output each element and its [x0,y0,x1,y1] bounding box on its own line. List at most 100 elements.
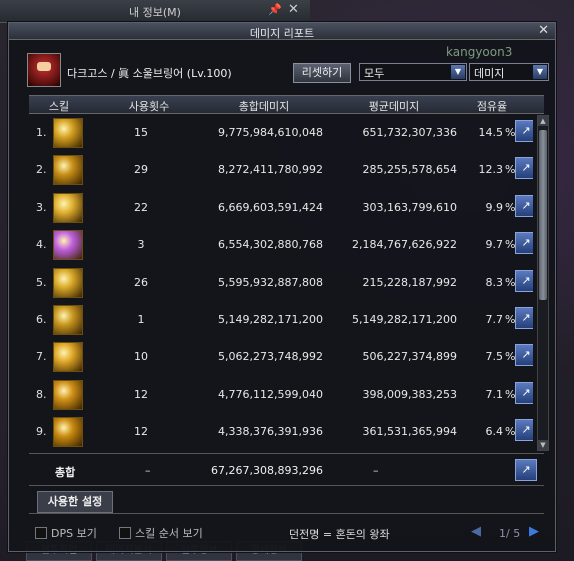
page-number: 1/ 5 [499,527,521,540]
total-damage: 6,554,302,880,768 [218,238,323,252]
use-count: 26 [134,275,148,289]
report-footer: DPS 보기 스킬 순서 보기 던전명 = 혼돈의 왕좌 ◀ 1/ 5 ▶ [31,523,551,545]
pin-icon[interactable]: 📌 [268,3,282,16]
column-header-avg[interactable]: 평균데미지 [349,98,439,114]
skill-icon [53,417,83,448]
use-count: 3 [137,238,145,252]
scrollbar[interactable]: ▲ ▼ [537,115,549,451]
skill-order-label: 스킬 순서 보기 [135,527,203,540]
table-row: 8. 12 4,776,112,599,040 398,009,383,253 7.1%… [29,377,533,413]
average-damage: 361,531,365,994 [362,425,457,439]
table-row: 9. 12 4,338,376,391,936 361,531,365,994 6.4%… [29,414,533,450]
row-rank: 2. [36,163,47,177]
skill-icon [53,267,83,298]
dps-view-checkbox[interactable] [35,527,47,539]
damage-report-window: 데미지 리포트 ✕ 다크고스 / 眞 소울브링어 (Lv.100) kangyo… [8,22,556,552]
skill-order-checkbox[interactable] [119,527,131,539]
use-count: 10 [134,350,148,364]
divider [29,485,544,486]
scrollbar-thumb[interactable] [539,130,547,300]
chevron-down-icon[interactable]: ▼ [451,65,465,79]
column-header-total[interactable]: 총합데미지 [219,98,309,114]
total-label: 총합 [55,466,76,479]
percent-sign: % [505,238,516,252]
target-filter-dropdown[interactable]: 모두 ▼ [359,63,467,81]
next-page-icon[interactable]: ▶ [529,524,539,539]
total-count: – [145,464,151,477]
share-icon[interactable]: ↗ [515,232,533,255]
row-rank: 9. [36,425,47,439]
share-icon[interactable]: ↗ [515,344,533,367]
background-info-window: 내 정보(M) 📌 ✕ [0,0,310,23]
damage-share: 7.5 [485,350,504,364]
character-name: 다크고스 / 眞 소울브링어 (Lv.100) [67,67,232,80]
metric-filter-dropdown[interactable]: 데미지 ▼ [469,63,549,81]
dps-view-label: DPS 보기 [51,527,97,540]
scroll-up-icon[interactable]: ▲ [538,116,548,126]
reset-button[interactable]: 리셋하기 [293,63,351,83]
used-settings-tab[interactable]: 사용한 설정 [37,491,113,513]
total-damage: 67,267,308,893,296 [211,464,323,477]
percent-sign: % [505,163,516,177]
prev-page-icon[interactable]: ◀ [471,524,481,539]
column-header-count[interactable]: 사용횟수 [119,98,179,114]
column-header-skill[interactable]: 스킬 [39,98,79,114]
scroll-down-icon[interactable]: ▼ [538,440,548,450]
use-count: 22 [134,200,148,214]
skill-icon [53,192,83,223]
divider [29,513,544,514]
total-damage: 5,149,282,171,200 [218,313,323,326]
table-row: 1. 15 9,775,984,610,048 651,732,307,336 14.5… [29,115,533,151]
target-filter-value: 모두 [364,67,385,80]
percent-sign: % [505,387,516,401]
average-damage: 2,184,767,626,922 [352,238,457,252]
share-icon[interactable]: ↗ [515,194,533,217]
use-count: 15 [134,126,148,139]
window-titlebar[interactable]: 데미지 리포트 ✕ [9,23,555,40]
percent-sign: % [505,200,516,214]
row-rank: 3. [36,200,47,214]
table-row: 4. 3 6,554,302,880,768 2,184,767,626,922 9.7… [29,227,533,263]
total-damage: 4,776,112,599,040 [218,387,323,401]
share-icon[interactable]: ↗ [515,157,533,180]
use-count: 1 [137,313,145,326]
dungeon-name: 던전명 = 혼돈의 왕좌 [289,528,390,541]
skill-icon [53,118,83,148]
average-damage: 398,009,383,253 [362,387,457,401]
share-icon[interactable]: ↗ [515,419,533,442]
divider [29,453,544,454]
damage-share: 6.4 [485,425,504,439]
skill-damage-list: 1. 15 9,775,984,610,048 651,732,307,336 14.5… [29,115,533,455]
table-row: 6. 1 5,149,282,171,200 5,149,282,171,200 7.7… [29,302,533,338]
share-icon[interactable]: ↗ [515,307,533,329]
use-count: 12 [134,425,148,439]
row-rank: 1. [36,126,47,139]
chevron-down-icon[interactable]: ▼ [533,65,547,79]
row-rank: 4. [36,238,47,252]
total-damage: 5,062,273,748,992 [218,350,323,364]
share-icon[interactable]: ↗ [515,120,533,142]
share-icon[interactable]: ↗ [515,459,537,481]
share-icon[interactable]: ↗ [515,381,533,404]
share-icon[interactable]: ↗ [515,269,533,292]
average-damage: 5,149,282,171,200 [352,313,457,326]
metric-filter-value: 데미지 [474,67,505,80]
damage-share: 7.1 [485,387,504,401]
average-damage: 506,227,374,899 [362,350,457,364]
close-icon[interactable]: ✕ [288,2,299,17]
skill-icon [53,230,83,261]
column-header-share[interactable]: 점유율 [467,98,517,114]
total-damage: 6,669,603,591,424 [218,200,323,214]
close-icon[interactable]: ✕ [538,23,549,38]
percent-sign: % [505,275,516,289]
use-count: 29 [134,163,148,177]
table-row: 3. 22 6,669,603,591,424 303,163,799,610 9.9%… [29,190,533,226]
table-row: 7. 10 5,062,273,748,992 506,227,374,899 7.5%… [29,339,533,375]
damage-share: 12.3 [478,163,504,177]
row-rank: 6. [36,313,47,326]
avatar [27,53,61,87]
total-damage: 4,338,376,391,936 [218,425,323,439]
total-damage: 8,272,411,780,992 [218,163,323,177]
damage-share: 7.7 [485,313,504,326]
player-name-overlay: kangyoon3 [446,45,513,59]
